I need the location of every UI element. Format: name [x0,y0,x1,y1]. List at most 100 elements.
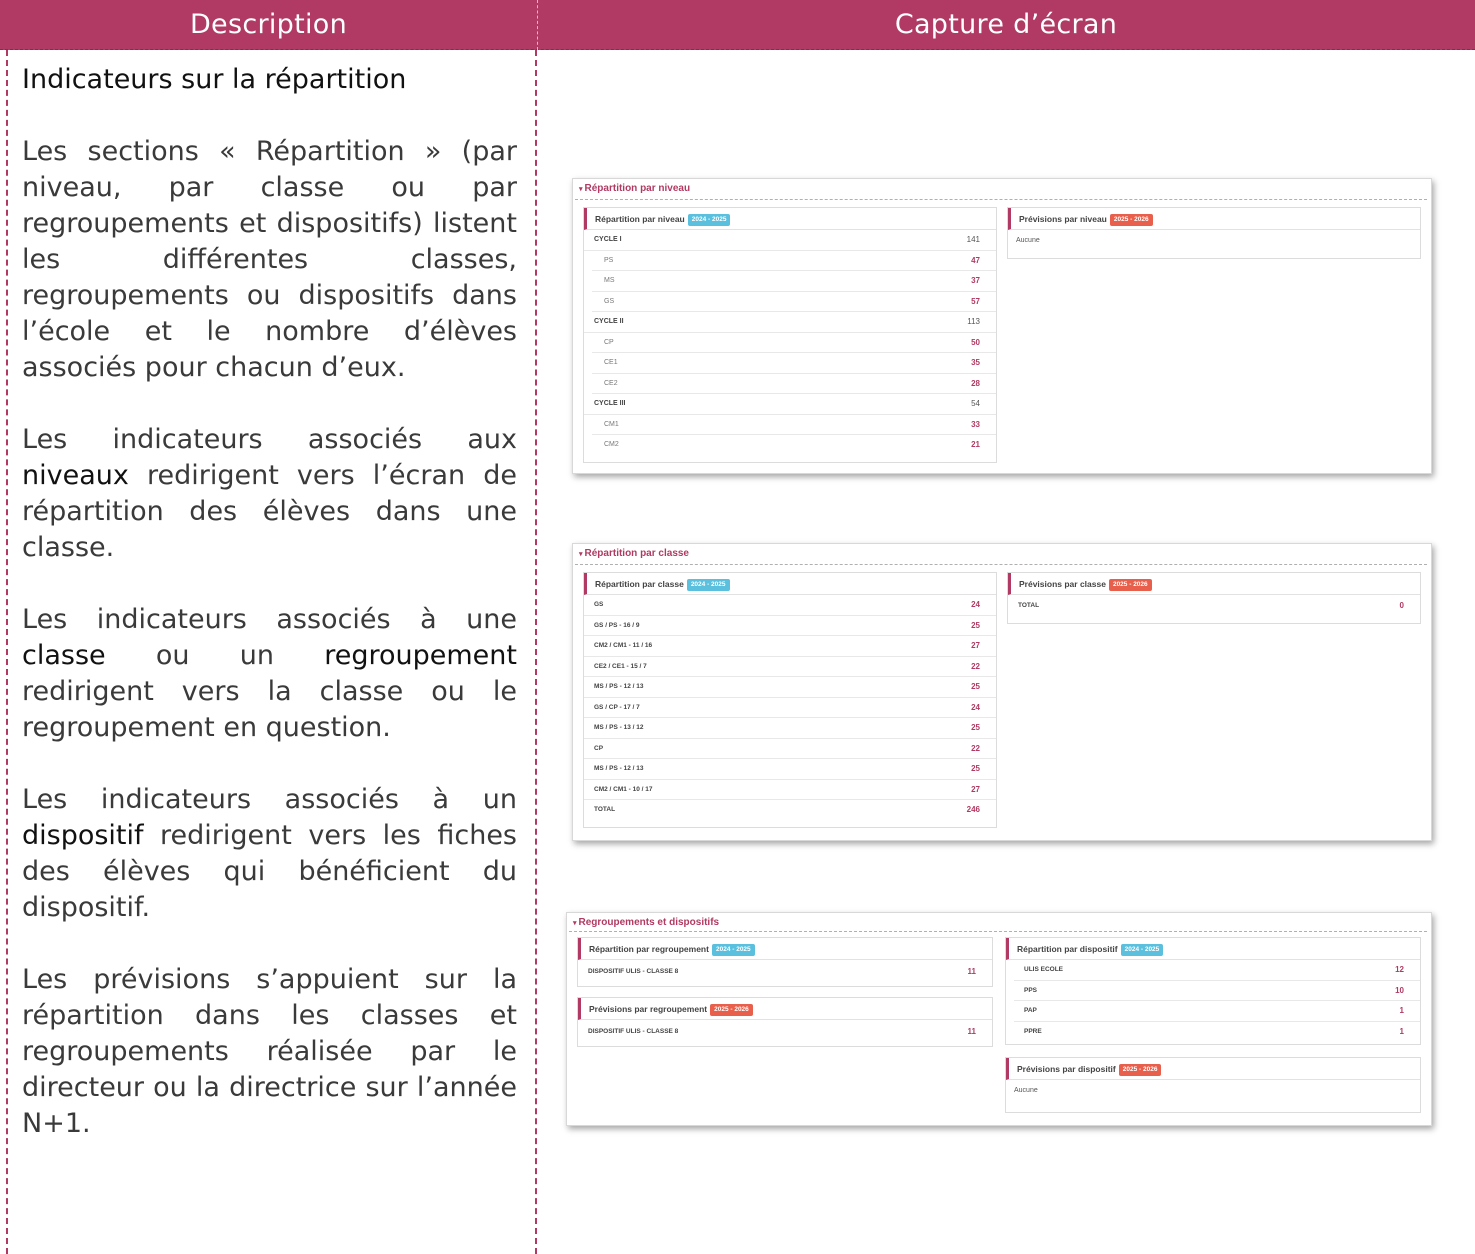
description-column: Indicateurs sur la répartition Les secti… [6,50,537,1254]
item-count[interactable]: 22 [971,657,980,678]
item-count[interactable]: 33 [971,415,980,436]
list-item[interactable]: PPRE 1 [1014,1022,1420,1043]
list-item[interactable]: CE2 28 [592,374,996,395]
list-item[interactable]: GS / PS - 16 / 9 25 [584,616,996,637]
section-title[interactable]: ▾ Regroupements et dispositifs [573,917,719,928]
item-label: MS [604,277,615,284]
section-title-text: Répartition par niveau [584,183,691,194]
list-item[interactable]: TOTAL 0 [1008,595,1420,617]
year-badge: 2025 - 2026 [1109,214,1153,226]
section-title-text: Répartition par classe [584,548,689,559]
item-count[interactable]: 25 [971,718,980,739]
card-header: Prévisions par niveau 2025 - 2026 [1008,208,1420,230]
item-label: CM2 / CM1 - 11 / 16 [594,642,653,649]
list-item[interactable]: CE1 35 [592,353,996,374]
item-label: DISPOSITIF ULIS - CLASSE 8 [588,1028,679,1035]
item-label: GS [594,601,604,608]
section-title[interactable]: ▾ Répartition par classe [579,548,689,559]
item-count[interactable]: 10 [1395,981,1404,1002]
list-item[interactable]: GS / CP - 17 / 7 24 [584,698,996,719]
item-count[interactable]: 27 [971,780,980,801]
item-count[interactable]: 24 [971,698,980,719]
card-title: Prévisions par dispositif [1017,1064,1116,1074]
card-header: Prévisions par regroupement 2025 - 2026 [578,998,992,1020]
section-title-text: Regroupements et dispositifs [578,917,720,928]
item-count[interactable]: 25 [971,759,980,780]
dispositif-list: ULIS ECOLE 12 PPS 10 PAP 1 PPRE 1 [1006,960,1420,1042]
regroupement-list: DISPOSITIF ULIS - CLASSE 8 11 [578,960,992,984]
list-item[interactable]: CM2 21 [592,435,996,456]
list-item[interactable]: GS 24 [584,595,996,616]
item-count[interactable]: 1 [1400,1022,1404,1043]
list-item[interactable]: GS 57 [592,292,996,313]
item-count[interactable]: 25 [971,616,980,637]
collapse-caret-icon[interactable]: ▾ [579,551,583,558]
item-count[interactable]: 11 [968,1020,976,1044]
item-count[interactable]: 28 [971,374,980,395]
card-header: Prévisions par classe 2025 - 2026 [1008,573,1420,595]
list-item[interactable]: PS 47 [592,251,996,272]
list-item[interactable]: DISPOSITIF ULIS - CLASSE 8 11 [578,960,992,984]
item-count[interactable]: 25 [971,677,980,698]
list-item[interactable]: CYCLE III 54 [584,394,996,415]
list-item[interactable]: MS / PS - 12 / 13 25 [584,759,996,780]
collapse-caret-icon[interactable]: ▾ [579,186,583,193]
card-title: Répartition par classe [595,579,684,589]
list-item[interactable]: CM2 / CM1 - 10 / 17 27 [584,780,996,801]
item-count[interactable]: 21 [971,435,980,456]
item-label: CM2 [604,441,619,448]
list-item[interactable]: CM2 / CM1 - 11 / 16 27 [584,636,996,657]
text-span: redirigent vers la classe ou le regroupe… [22,676,517,743]
list-item[interactable]: PAP 1 [1014,1001,1420,1022]
item-count[interactable]: 47 [971,251,980,272]
item-count[interactable]: 141 [967,230,980,251]
card-previsions-classe: Prévisions par classe 2025 - 2026 TOTAL 0 [1007,572,1421,624]
item-label: CP [594,744,604,752]
item-count[interactable]: 54 [971,394,980,415]
list-item[interactable]: MS 37 [592,271,996,292]
paragraph-niveaux: Les indicateurs associés aux niveaux red… [22,422,517,566]
card-title: Prévisions par regroupement [589,1004,708,1014]
item-label: CE2 / CE1 - 15 / 7 [594,662,647,670]
list-item[interactable]: ULIS ECOLE 12 [1014,960,1420,981]
item-count[interactable]: 113 [967,312,980,333]
section-divider [575,199,1427,200]
item-label: CYCLE III [594,400,626,407]
item-count[interactable]: 37 [971,271,980,292]
item-count[interactable]: 24 [971,595,980,616]
screen-repartition-classe: ▾ Répartition par classe Répartition par … [572,543,1432,841]
list-item[interactable]: MS / PS - 12 / 13 25 [584,677,996,698]
section-title[interactable]: ▾ Répartition par niveau [579,183,690,194]
list-item[interactable]: PPS 10 [1014,981,1420,1002]
list-item[interactable]: CP 50 [592,333,996,354]
card-header: Prévisions par dispositif 2025 - 2026 [1006,1058,1420,1080]
classe-list: GS 24 GS / PS - 16 / 9 25 CM2 / CM1 - 11 / 1… [584,595,996,821]
year-badge: 2025 - 2026 [710,1004,753,1016]
item-count[interactable]: 246 [967,800,980,821]
list-item[interactable]: CE2 / CE1 - 15 / 7 22 [584,657,996,678]
item-count[interactable]: 22 [971,739,980,760]
header-description: Description [189,9,348,40]
item-count[interactable]: 12 [1395,960,1404,981]
text-span: Les indicateurs associés aux [22,424,517,455]
list-item[interactable]: CM1 33 [592,415,996,436]
list-item[interactable]: TOTAL 246 [584,800,996,821]
list-item[interactable]: CP 22 [584,739,996,760]
text-span: ou un [105,640,325,671]
card-title: Répartition par regroupement [589,944,709,954]
item-count[interactable]: 35 [971,353,980,374]
screen-repartition-niveau: ▾ Répartition par niveau Répartition par … [572,178,1432,474]
collapse-caret-icon[interactable]: ▾ [573,920,577,927]
item-count[interactable]: 27 [971,636,980,657]
item-count[interactable]: 11 [968,960,976,984]
card-repartition-dispositif: Répartition par dispositif 2024 - 2025 UL… [1005,937,1421,1045]
item-count[interactable]: 1 [1400,1001,1404,1022]
item-count[interactable]: 0 [1400,595,1404,617]
list-item[interactable]: CYCLE I 141 [584,230,996,251]
item-count[interactable]: 50 [971,333,980,354]
list-item[interactable]: CYCLE II 113 [584,312,996,333]
list-item[interactable]: DISPOSITIF ULIS - CLASSE 8 11 [578,1020,992,1044]
item-count[interactable]: 57 [971,292,980,313]
list-item[interactable]: MS / PS - 13 / 12 25 [584,718,996,739]
item-label: TOTAL [594,806,616,813]
